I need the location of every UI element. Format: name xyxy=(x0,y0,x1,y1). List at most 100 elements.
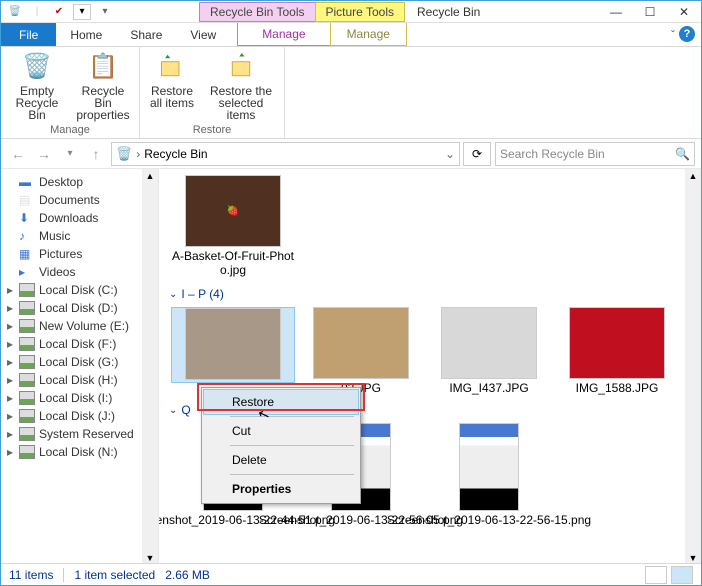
tree-label: Local Disk (H:) xyxy=(39,373,118,387)
scroll-up-icon[interactable]: ▲ xyxy=(689,171,698,181)
tree-item[interactable]: ▸Videos xyxy=(1,263,158,281)
file-item[interactable]: IMG_1588.JPG xyxy=(555,307,679,395)
expand-icon[interactable]: ▸ xyxy=(5,301,15,315)
empty-rb-icon: 🗑️ xyxy=(21,51,53,83)
file-item[interactable]: Screenshot_2019-06-13-22-56-15.png xyxy=(427,423,551,527)
ctx-cut[interactable]: Cut xyxy=(204,419,358,443)
address-dropdown-icon[interactable]: ⌄ xyxy=(445,147,455,161)
status-count: 11 items xyxy=(9,568,53,582)
manage-pic-tab[interactable]: Manage xyxy=(330,23,407,46)
disk-icon xyxy=(19,391,35,405)
file-item[interactable] xyxy=(171,307,295,383)
file-item[interactable]: 02.JPG xyxy=(299,307,423,395)
qat-blank[interactable]: ▾ xyxy=(73,4,91,20)
thumbnail xyxy=(185,308,281,380)
thumb-view-icon[interactable] xyxy=(671,566,693,584)
expand-icon[interactable]: ▸ xyxy=(5,373,15,387)
ribbon-tabs: File Home Share View Manage Manage ˇ ? xyxy=(1,23,701,47)
tree-item[interactable]: ▸Local Disk (N:) xyxy=(1,443,158,461)
ribbon-group-manage: 🗑️ Empty Recycle Bin 📋 Recycle Bin prope… xyxy=(1,47,140,138)
status-size: 2.66 MB xyxy=(165,568,210,582)
group-header-ip[interactable]: ⌄ I – P (4) xyxy=(169,287,691,301)
tree-scrollbar[interactable]: ▲ ▼ xyxy=(142,169,158,565)
ctx-properties[interactable]: Properties xyxy=(204,477,358,501)
tree-item[interactable]: ▸Local Disk (I:) xyxy=(1,389,158,407)
search-placeholder: Search Recycle Bin xyxy=(500,147,605,161)
tree-label: Music xyxy=(39,229,70,243)
tree-item[interactable]: ⬇ Downloads xyxy=(1,209,158,227)
tree-item[interactable]: ♪Music xyxy=(1,227,158,245)
scroll-down-icon[interactable]: ▼ xyxy=(689,553,698,563)
ctx-separator xyxy=(230,474,354,475)
folder-icon: ⬇ xyxy=(19,211,35,225)
breadcrumb[interactable]: Recycle Bin xyxy=(144,147,207,161)
rb-properties-button[interactable]: 📋 Recycle Bin properties xyxy=(75,51,131,122)
restore-all-button[interactable]: Restore all items xyxy=(148,51,196,122)
disk-icon xyxy=(19,337,35,351)
expand-icon[interactable]: ▸ xyxy=(5,319,15,333)
search-box[interactable]: Search Recycle Bin 🔍 xyxy=(495,142,695,166)
content-scrollbar[interactable]: ▲ ▼ xyxy=(685,169,701,565)
status-bar: 11 items 1 item selected 2.66 MB xyxy=(1,563,701,585)
tree-item[interactable]: ▸Local Disk (J:) xyxy=(1,407,158,425)
restore-selected-button[interactable]: Restore the selected items xyxy=(206,51,276,122)
forward-button[interactable]: → xyxy=(33,143,55,165)
tree-item[interactable]: ▸Local Disk (G:) xyxy=(1,353,158,371)
ctx-separator xyxy=(230,445,354,446)
ribbon-collapse-icon[interactable]: ˇ xyxy=(671,28,675,42)
minimize-button[interactable]: — xyxy=(599,1,633,23)
tree-item[interactable]: ▤Documents xyxy=(1,191,158,209)
main-area: ▬Desktop▤Documents ⬇ Downloads ♪Music▦Pictu… xyxy=(1,169,701,565)
tree-item[interactable]: ▸ Local Disk (F:) xyxy=(1,335,158,353)
recent-dropdown[interactable]: ▾ xyxy=(59,143,81,165)
view-tab[interactable]: View xyxy=(176,23,230,46)
file-item[interactable]: 🍓 A-Basket-Of-Fruit-Photo.jpg xyxy=(171,175,295,277)
address-bar[interactable]: 🗑️ › Recycle Bin ⌄ xyxy=(111,142,460,166)
home-tab[interactable]: Home xyxy=(56,23,116,46)
path-sep: › xyxy=(136,147,140,161)
content-pane[interactable]: 🍓 A-Basket-Of-Fruit-Photo.jpg ⌄ I – P (4… xyxy=(159,169,701,565)
tree-item[interactable]: ▸System Reserved xyxy=(1,425,158,443)
ctx-restore[interactable]: Restore xyxy=(203,389,359,415)
expand-icon[interactable]: ▸ xyxy=(5,283,15,297)
file-item[interactable]: IMG_I437.JPG xyxy=(427,307,551,395)
tree-label: Local Disk (F:) xyxy=(39,337,116,351)
scroll-up-icon[interactable]: ▲ xyxy=(146,171,155,181)
expand-icon[interactable]: ▸ xyxy=(5,445,15,459)
tree-item[interactable]: ▬Desktop xyxy=(1,173,158,191)
expand-icon[interactable]: ▸ xyxy=(5,337,15,351)
refresh-button[interactable]: ⟳ xyxy=(463,142,491,166)
tree-item[interactable]: ▸ Local Disk (D:) xyxy=(1,299,158,317)
expand-icon[interactable]: ▸ xyxy=(5,409,15,423)
tree-label: Downloads xyxy=(39,211,98,225)
ctx-delete[interactable]: Delete xyxy=(204,448,358,472)
window-controls: — ☐ ✕ xyxy=(599,1,701,23)
expand-icon[interactable]: ▸ xyxy=(5,355,15,369)
up-button[interactable]: ↑ xyxy=(85,143,107,165)
manage-rb-tab[interactable]: Manage xyxy=(237,23,330,46)
file-tab[interactable]: File xyxy=(1,23,56,46)
check-icon[interactable]: ✔ xyxy=(51,4,67,20)
nav-tree[interactable]: ▬Desktop▤Documents ⬇ Downloads ♪Music▦Pictu… xyxy=(1,169,159,565)
tree-item[interactable]: ▦Pictures xyxy=(1,245,158,263)
context-menu: Restore Cut Delete Properties ↖ xyxy=(201,387,361,504)
maximize-button[interactable]: ☐ xyxy=(633,1,667,23)
scroll-down-icon[interactable]: ▼ xyxy=(146,553,155,563)
empty-recycle-bin-button[interactable]: 🗑️ Empty Recycle Bin xyxy=(9,51,65,122)
tree-item[interactable]: ▸Local Disk (C:) xyxy=(1,281,158,299)
tree-label: Local Disk (D:) xyxy=(39,301,118,315)
tree-item[interactable]: ▸New Volume (E:) xyxy=(1,317,158,335)
close-button[interactable]: ✕ xyxy=(667,1,701,23)
rb-icon[interactable]: 🗑️ xyxy=(7,4,23,20)
expand-icon[interactable]: ▸ xyxy=(5,391,15,405)
help-icon[interactable]: ? xyxy=(679,26,695,42)
qat-dropdown-icon[interactable]: ▾ xyxy=(97,4,113,20)
details-view-icon[interactable] xyxy=(645,566,667,584)
tree-label: Pictures xyxy=(39,247,82,261)
expand-icon[interactable]: ▸ xyxy=(5,427,15,441)
tree-item[interactable]: ▸ Local Disk (H:) xyxy=(1,371,158,389)
back-button[interactable]: ← xyxy=(7,143,29,165)
file-label: IMG_I437.JPG xyxy=(449,381,528,395)
share-tab[interactable]: Share xyxy=(116,23,176,46)
ribbon: 🗑️ Empty Recycle Bin 📋 Recycle Bin prope… xyxy=(1,47,701,139)
